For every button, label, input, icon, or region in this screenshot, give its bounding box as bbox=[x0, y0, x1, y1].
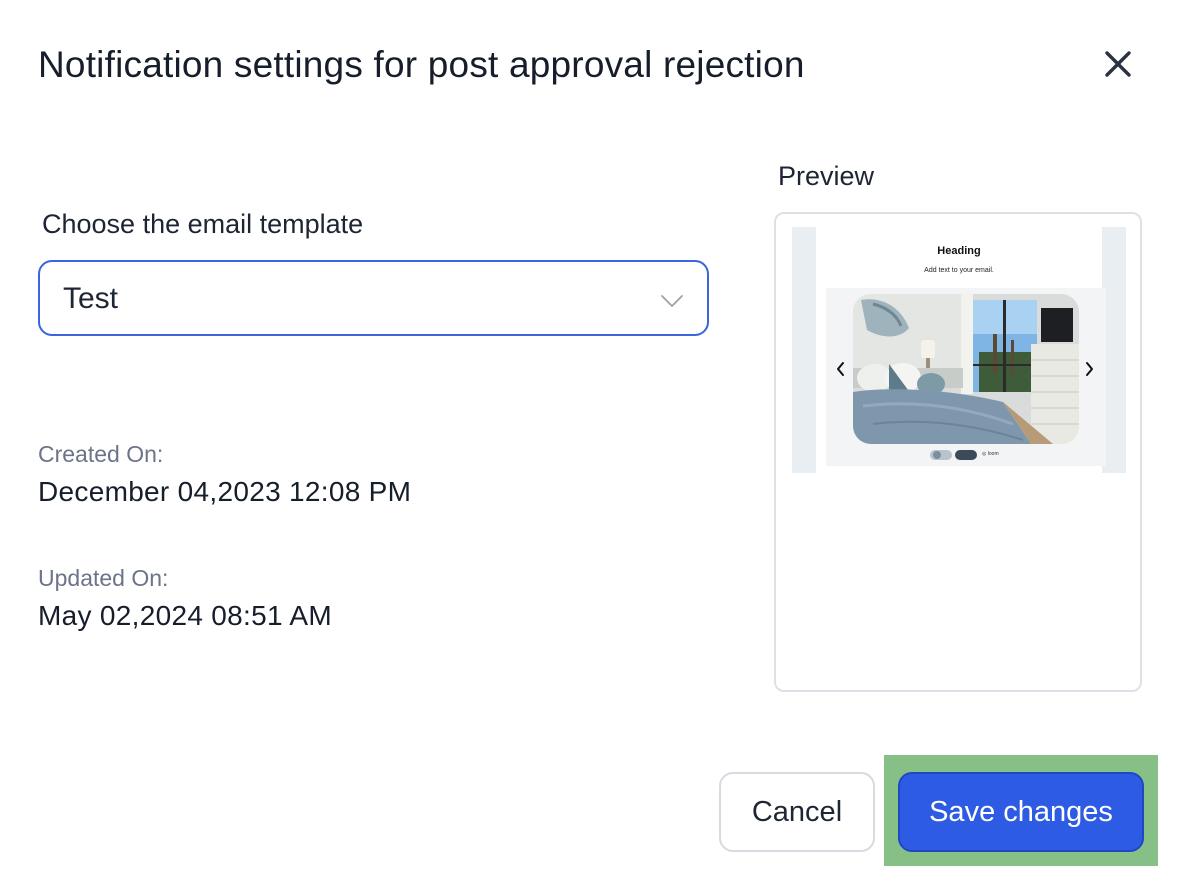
email-heading: Heading bbox=[937, 245, 981, 257]
created-on-value: December 04,2023 12:08 PM bbox=[38, 476, 412, 507]
close-button[interactable] bbox=[1098, 44, 1138, 84]
email-canvas: Heading Add text to your email. ◎ loom bbox=[792, 227, 1126, 473]
email-preview: Heading Add text to your email. ◎ loom bbox=[774, 212, 1142, 692]
email-subtext: Add text to your email. bbox=[924, 267, 994, 274]
notification-settings-dialog: Notification settings for post approval … bbox=[0, 0, 1180, 884]
chevron-right-icon[interactable] bbox=[1082, 360, 1096, 378]
save-changes-button[interactable]: Save changes bbox=[898, 772, 1144, 852]
template-select-label: Choose the email template bbox=[42, 209, 364, 239]
chevron-left-icon[interactable] bbox=[834, 360, 848, 378]
created-on-label: Created On: bbox=[38, 441, 164, 467]
cancel-button[interactable]: Cancel bbox=[719, 772, 875, 852]
template-selected-value: Test bbox=[63, 282, 119, 315]
bedroom-photo bbox=[853, 294, 1079, 444]
dialog-title: Notification settings for post approval … bbox=[38, 44, 805, 85]
close-icon bbox=[1098, 44, 1138, 84]
image-carousel: ◎ loom bbox=[826, 288, 1106, 466]
preview-label: Preview bbox=[778, 161, 875, 191]
email-body: Heading Add text to your email. ◎ loom bbox=[816, 227, 1106, 473]
loom-logo-text: loom bbox=[987, 451, 999, 457]
pager-dot-active[interactable] bbox=[955, 448, 977, 460]
updated-on-label: Updated On: bbox=[38, 565, 169, 591]
chevron-down-icon bbox=[659, 288, 685, 314]
thumbnail-indicator[interactable] bbox=[930, 448, 952, 460]
updated-on-value: May 02,2024 08:51 AM bbox=[38, 600, 332, 631]
email-template-select[interactable]: Test bbox=[38, 260, 709, 336]
loom-logo: ◎ loom bbox=[982, 451, 999, 457]
